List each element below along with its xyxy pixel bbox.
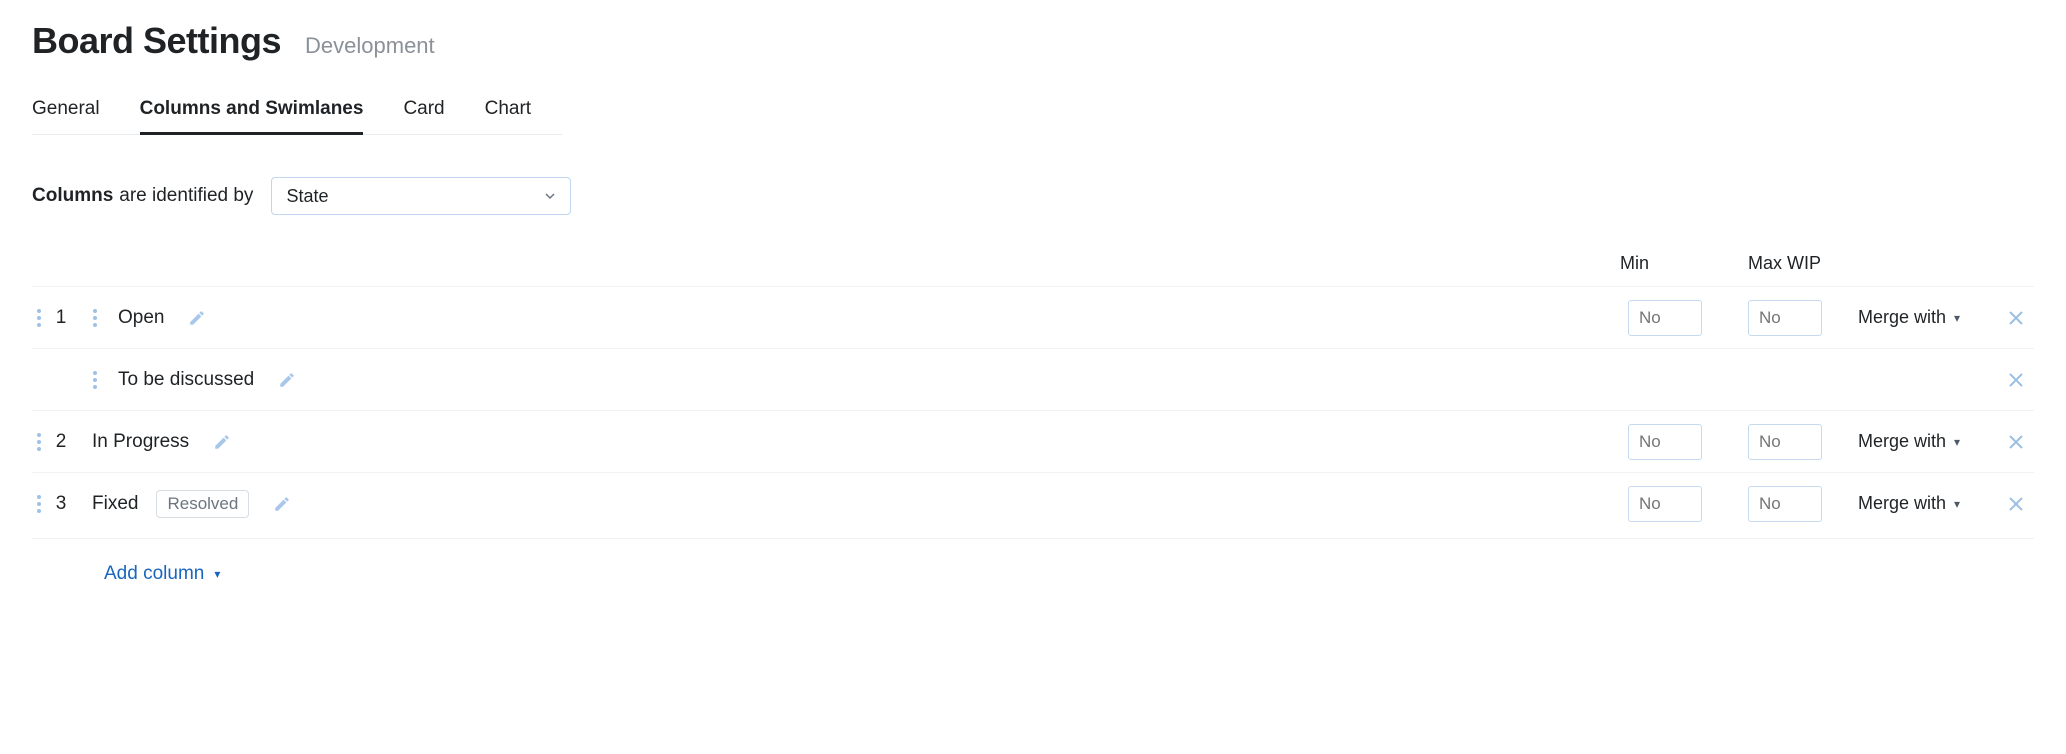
page-title: Board Settings bbox=[32, 20, 281, 62]
drag-handle-icon[interactable] bbox=[88, 305, 102, 331]
tab-card[interactable]: Card bbox=[403, 86, 444, 134]
column-index: 1 bbox=[46, 307, 76, 329]
pencil-icon[interactable] bbox=[188, 309, 206, 327]
header-max: Max WIP bbox=[1748, 253, 1858, 274]
caret-down-icon: ▾ bbox=[1954, 497, 1960, 511]
page-subtitle: Development bbox=[305, 33, 435, 59]
columns-table: Min Max WIP 1 Open Merge with▾ To be dis… bbox=[32, 253, 2034, 585]
column-index: 2 bbox=[46, 431, 76, 453]
remove-column-button[interactable] bbox=[1998, 433, 2034, 451]
merge-with-dropdown[interactable]: Merge with▾ bbox=[1858, 493, 1998, 514]
column-index: 3 bbox=[46, 493, 76, 515]
identify-select-value: State bbox=[286, 186, 328, 207]
pencil-icon[interactable] bbox=[278, 371, 296, 389]
max-input[interactable] bbox=[1748, 424, 1822, 460]
identify-select[interactable]: State bbox=[271, 177, 571, 215]
max-input[interactable] bbox=[1748, 486, 1822, 522]
column-row: 3 Fixed Resolved Merge with▾ bbox=[32, 472, 2034, 534]
min-input[interactable] bbox=[1628, 486, 1702, 522]
remove-column-button[interactable] bbox=[1998, 371, 2034, 389]
column-name: In Progress bbox=[88, 431, 189, 453]
column-row: 2 In Progress Merge with▾ bbox=[32, 410, 2034, 472]
tabs: General Columns and Swimlanes Card Chart bbox=[32, 86, 562, 135]
remove-column-button[interactable] bbox=[1998, 495, 2034, 513]
min-input[interactable] bbox=[1628, 424, 1702, 460]
add-column-button[interactable]: Add column ▾ bbox=[104, 563, 220, 585]
drag-handle-icon[interactable] bbox=[32, 429, 46, 455]
caret-down-icon: ▾ bbox=[1954, 311, 1960, 325]
column-subrow: To be discussed bbox=[32, 348, 2034, 410]
merge-with-dropdown[interactable]: Merge with▾ bbox=[1858, 307, 1998, 328]
identify-label: Columns are identified by bbox=[32, 185, 253, 207]
header-min: Min bbox=[1620, 253, 1740, 274]
tab-columns-swimlanes[interactable]: Columns and Swimlanes bbox=[140, 86, 364, 135]
drag-handle-icon[interactable] bbox=[32, 491, 46, 517]
pencil-icon[interactable] bbox=[213, 433, 231, 451]
tab-chart[interactable]: Chart bbox=[485, 86, 531, 134]
column-name: Fixed bbox=[88, 493, 138, 515]
chevron-down-icon bbox=[544, 186, 556, 207]
subcolumn-name: To be discussed bbox=[114, 369, 254, 391]
max-input[interactable] bbox=[1748, 300, 1822, 336]
caret-down-icon: ▾ bbox=[1954, 435, 1960, 449]
merge-with-dropdown[interactable]: Merge with▾ bbox=[1858, 431, 1998, 452]
resolved-badge: Resolved bbox=[156, 490, 249, 518]
pencil-icon[interactable] bbox=[273, 495, 291, 513]
caret-down-icon: ▾ bbox=[214, 567, 220, 581]
tab-general[interactable]: General bbox=[32, 86, 100, 134]
remove-column-button[interactable] bbox=[1998, 309, 2034, 327]
drag-handle-icon[interactable] bbox=[32, 305, 46, 331]
column-row: 1 Open Merge with▾ bbox=[32, 286, 2034, 348]
min-input[interactable] bbox=[1628, 300, 1702, 336]
drag-handle-icon[interactable] bbox=[88, 367, 102, 393]
column-name: Open bbox=[114, 307, 164, 329]
